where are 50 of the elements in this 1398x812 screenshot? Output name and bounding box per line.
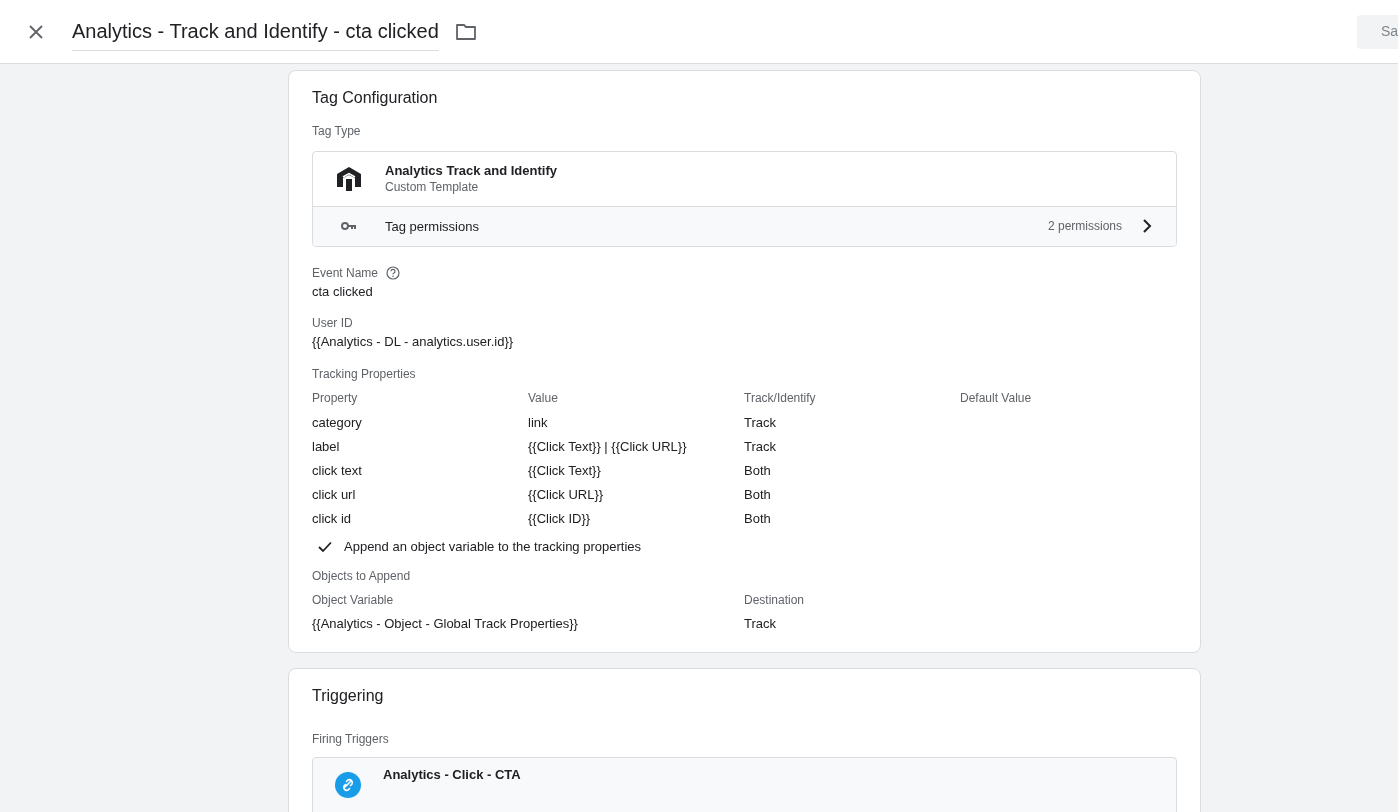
link-trigger-icon	[335, 771, 361, 798]
table-cell: click text	[312, 461, 362, 480]
column-header: Property	[312, 390, 358, 407]
permissions-count: 2 permissions	[1047, 218, 1122, 235]
table-cell: Track	[744, 437, 777, 456]
table-cell: Track	[744, 413, 777, 432]
table-cell: click url	[312, 485, 356, 504]
tag-type-row[interactable]: Analytics Track and Identify Custom Template	[313, 151, 1176, 206]
field-value: {{Analytics - DL - analytics.user.id}}	[312, 332, 515, 351]
table-cell: Both	[744, 509, 771, 528]
column-header: Default Value	[960, 390, 1032, 407]
table-cell: Both	[744, 461, 771, 480]
field-label: User ID	[312, 314, 353, 331]
field-label: Tag Type	[312, 122, 362, 139]
trigger-name: Analytics - Click - CTA	[383, 765, 521, 784]
table-cell: Track	[744, 615, 777, 633]
table-cell: {{Click Text}} | {{Click URL}}	[528, 437, 687, 456]
chevron-right-icon	[1142, 219, 1152, 234]
table-cell: {{Click ID}}	[528, 509, 591, 528]
template-name: Analytics Track and Identify	[385, 161, 557, 180]
template-subtitle: Custom Template	[385, 179, 480, 196]
column-header: Object Variable	[312, 592, 394, 609]
field-label: Objects to Append	[312, 568, 412, 585]
table-cell: {{Click Text}}	[528, 461, 601, 480]
tag-name-field[interactable]: Analytics - Track and Identify - cta clicked	[72, 16, 439, 51]
field-value: cta clicked	[312, 282, 374, 301]
section-title: Tag Configuration	[312, 88, 439, 108]
section-title: Triggering	[312, 686, 385, 707]
table-cell: category	[312, 413, 362, 432]
permissions-label: Tag permissions	[385, 217, 479, 236]
table-cell: click id	[312, 509, 351, 528]
field-label: Tracking Properties	[312, 366, 417, 383]
field-label: Firing Triggers	[312, 730, 390, 747]
folder-icon[interactable]	[454, 22, 477, 41]
checkbox-label: Append an object variable to the tracking properties	[344, 538, 642, 556]
column-header: Value	[528, 390, 558, 407]
help-icon[interactable]	[386, 265, 401, 280]
close-icon	[28, 23, 44, 40]
table-cell: label	[312, 437, 340, 456]
permissions-row[interactable]: Tag permissions 2 permissions	[313, 205, 1176, 246]
table-cell: {{Click URL}}	[528, 485, 604, 504]
column-header: Destination	[744, 592, 805, 609]
table-cell: Both	[744, 485, 771, 504]
template-logo-icon	[335, 164, 363, 193]
column-header: Track/Identify	[744, 390, 816, 407]
field-label: Event Name	[312, 264, 379, 281]
table-cell: {{Analytics - Object - Global Track Properties}}	[312, 615, 578, 633]
key-icon	[341, 221, 357, 232]
table-cell: link	[528, 413, 548, 432]
trigger-row[interactable]: Analytics - Click - CTA	[312, 756, 1177, 812]
